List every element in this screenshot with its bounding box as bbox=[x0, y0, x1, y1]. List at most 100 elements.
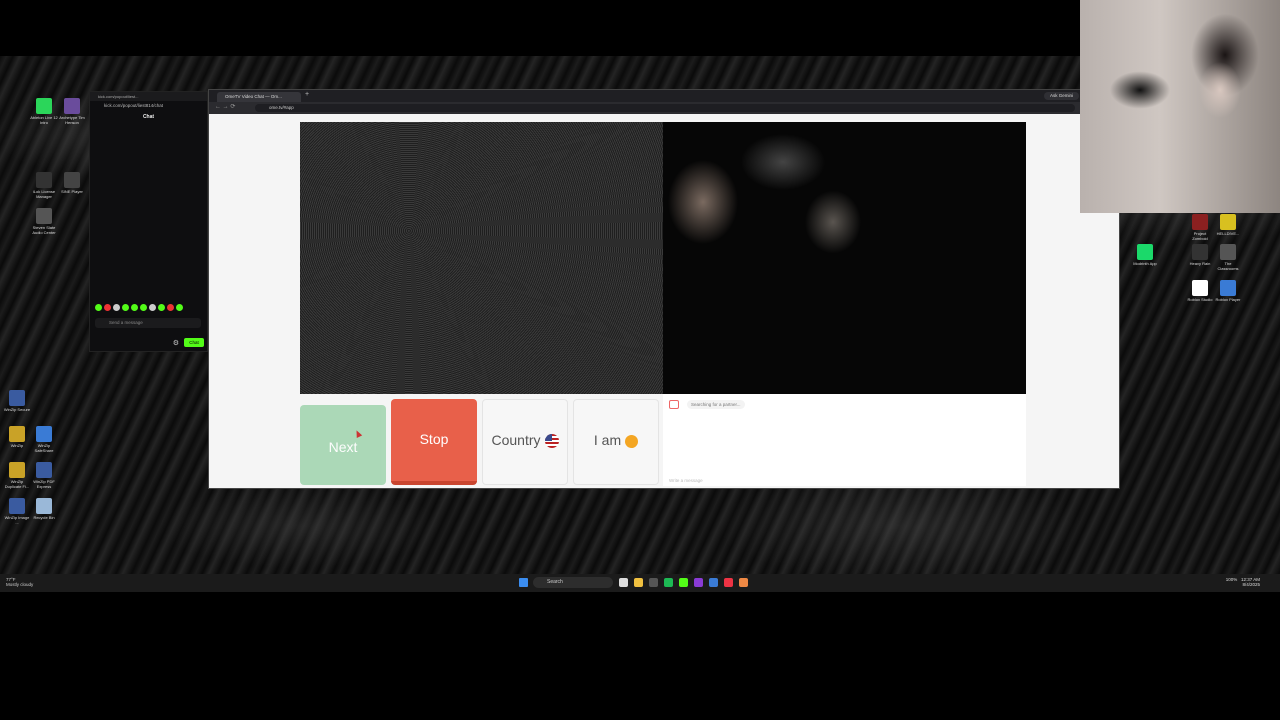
desktop-shortcut-icon[interactable]: Recycle Bin bbox=[30, 498, 58, 520]
app-glyph-icon bbox=[1220, 280, 1236, 296]
desktop-shortcut-icon[interactable]: WinZip PDF Express bbox=[30, 462, 58, 489]
text-chat-panel: Searching for a partner... Write a messa… bbox=[663, 394, 1026, 486]
app-glyph-icon bbox=[9, 390, 25, 406]
desktop-shortcut-icon[interactable]: SINE Player bbox=[58, 172, 86, 194]
kick-chat-button[interactable]: Chat bbox=[184, 338, 204, 347]
desktop-icon-label: Heavy Rain bbox=[1189, 261, 1211, 266]
status-message: Searching for a partner... bbox=[687, 400, 745, 409]
browser-tabbar: OmeTV Video Chat — Om... + Ask Gemini bbox=[209, 90, 1119, 102]
desktop-shortcut-icon[interactable]: Ableton Live 12 Intro bbox=[30, 98, 58, 125]
browser-tab[interactable]: OmeTV Video Chat — Om... bbox=[217, 92, 301, 102]
next-label: Next bbox=[328, 439, 358, 455]
system-tray[interactable]: 100% 12:37 AM 8/4/2025 bbox=[1226, 577, 1260, 587]
desktop-icon-label: Roblox Player bbox=[1215, 297, 1241, 302]
desktop-icon-label: Steven Slate Audio Center bbox=[32, 225, 56, 235]
new-tab-icon[interactable]: + bbox=[305, 91, 309, 98]
address-bar[interactable]: ome.tv/#app bbox=[255, 104, 1075, 112]
country-label: Country bbox=[491, 432, 541, 448]
desktop-shortcut-icon[interactable]: HELLDIVE... bbox=[1214, 214, 1242, 236]
emote-icon[interactable] bbox=[122, 304, 129, 311]
app-glyph-icon bbox=[9, 498, 25, 514]
emote-icon[interactable] bbox=[95, 304, 102, 311]
app-glyph-icon bbox=[1220, 244, 1236, 260]
app-glyph-icon bbox=[1192, 280, 1208, 296]
country-button[interactable]: Country bbox=[482, 399, 568, 485]
write-message-input[interactable]: Write a message bbox=[669, 478, 703, 483]
app-glyph-icon bbox=[36, 98, 52, 114]
next-button[interactable]: Next bbox=[300, 405, 386, 485]
kick-message-input[interactable]: Send a message bbox=[95, 318, 201, 328]
app-icon[interactable] bbox=[649, 578, 658, 587]
emote-icon[interactable] bbox=[104, 304, 111, 311]
ometv-page: Next Stop Country I am Searching for a p… bbox=[209, 114, 1119, 488]
desktop-shortcut-icon[interactable]: Roblox Studio bbox=[1186, 280, 1214, 302]
kick-url[interactable]: kick.com/popout/liest814/chat bbox=[90, 101, 207, 111]
app-glyph-icon bbox=[9, 462, 25, 478]
gear-icon[interactable]: ⚙ bbox=[173, 339, 179, 347]
desktop-shortcut-icon[interactable]: Project Zomboid bbox=[1186, 214, 1214, 241]
desktop-icon-label: Roblox Studio bbox=[1187, 297, 1213, 302]
app-glyph-icon bbox=[1220, 214, 1236, 230]
desktop-icon-label: HELLDIVE... bbox=[1216, 231, 1240, 236]
desktop-icon-label: Modrinth App bbox=[1133, 261, 1157, 266]
desktop-shortcut-icon[interactable]: WinZip bbox=[3, 426, 31, 448]
taskbar: 77°F Mostly cloudy Search 100% 12:37 AM … bbox=[0, 574, 1280, 592]
app-icon[interactable] bbox=[739, 578, 748, 587]
app-icon[interactable] bbox=[724, 578, 733, 587]
emote-icon[interactable] bbox=[167, 304, 174, 311]
desktop-shortcut-icon[interactable]: iLok License Manager bbox=[30, 172, 58, 199]
nav-arrows-icon[interactable]: ← → ⟳ bbox=[215, 103, 235, 110]
desktop-shortcut-icon[interactable]: Steven Slate Audio Center bbox=[30, 208, 58, 235]
desktop-shortcut-icon[interactable]: The Classrooms bbox=[1214, 244, 1242, 271]
emote-icon[interactable] bbox=[140, 304, 147, 311]
file-explorer-icon[interactable] bbox=[634, 578, 643, 587]
desktop-icon-label: Archetype Tim Henson bbox=[59, 115, 85, 125]
self-video bbox=[663, 122, 1026, 394]
kick-icon[interactable] bbox=[679, 578, 688, 587]
chrome-icon[interactable] bbox=[709, 578, 718, 587]
desktop-icon-label: Project Zomboid bbox=[1192, 231, 1208, 241]
app-glyph-icon bbox=[9, 426, 25, 442]
app-glyph-icon bbox=[1192, 244, 1208, 260]
kick-emote-bar[interactable] bbox=[95, 304, 183, 312]
desktop-icon-label: iLok License Manager bbox=[32, 189, 56, 199]
windows-start-icon[interactable] bbox=[519, 578, 528, 587]
desktop-shortcut-icon[interactable]: Roblox Player bbox=[1214, 280, 1242, 302]
emote-icon[interactable] bbox=[113, 304, 120, 311]
emote-icon[interactable] bbox=[149, 304, 156, 311]
app-glyph-icon bbox=[36, 426, 52, 442]
stop-button[interactable]: Stop bbox=[391, 399, 477, 485]
desktop-shortcut-icon[interactable]: Modrinth App bbox=[1131, 244, 1159, 266]
app-glyph-icon bbox=[36, 498, 52, 514]
task-view-icon[interactable] bbox=[619, 578, 628, 587]
stop-label: Stop bbox=[419, 431, 449, 447]
i-am-button[interactable]: I am bbox=[573, 399, 659, 485]
emote-icon[interactable] bbox=[131, 304, 138, 311]
ask-gemini-button[interactable]: Ask Gemini bbox=[1043, 92, 1079, 100]
app-glyph-icon bbox=[36, 208, 52, 224]
desktop-shortcut-icon[interactable]: WinZip Duplicate Fi... bbox=[3, 462, 31, 489]
desktop-icon-label: The Classrooms bbox=[1217, 261, 1239, 271]
app-glyph-icon bbox=[64, 98, 80, 114]
kick-tab-title[interactable]: kick.com/popout/liest... bbox=[90, 92, 207, 101]
app-icon[interactable] bbox=[694, 578, 703, 587]
taskbar-search[interactable]: Search bbox=[533, 577, 613, 588]
desktop-shortcut-icon[interactable]: Archetype Tim Henson bbox=[58, 98, 86, 125]
kick-chat-window: kick.com/popout/liest... kick.com/popout… bbox=[89, 91, 208, 352]
emote-icon[interactable] bbox=[176, 304, 183, 311]
weather-widget[interactable]: 77°F Mostly cloudy bbox=[6, 577, 33, 587]
desktop-icon-label: WinZip PDF Express bbox=[33, 479, 55, 489]
i-am-label: I am bbox=[593, 432, 622, 448]
clock-date: 8/4/2025 bbox=[1242, 582, 1260, 587]
desktop-shortcut-icon[interactable]: WinZip SafeShare bbox=[30, 426, 58, 453]
desktop-icon-label: SINE Player bbox=[61, 189, 83, 194]
desktop-shortcut-icon[interactable]: WinZip Image ... bbox=[3, 498, 31, 525]
report-icon[interactable] bbox=[669, 400, 679, 409]
gender-face-icon bbox=[625, 434, 639, 448]
desktop-icon-label: Recycle Bin bbox=[33, 515, 55, 520]
spotify-icon[interactable] bbox=[664, 578, 673, 587]
desktop-shortcut-icon[interactable]: WinZip Secure bbox=[3, 390, 31, 412]
emote-icon[interactable] bbox=[158, 304, 165, 311]
webcam-overlay bbox=[1080, 0, 1280, 213]
desktop-shortcut-icon[interactable]: Heavy Rain bbox=[1186, 244, 1214, 266]
